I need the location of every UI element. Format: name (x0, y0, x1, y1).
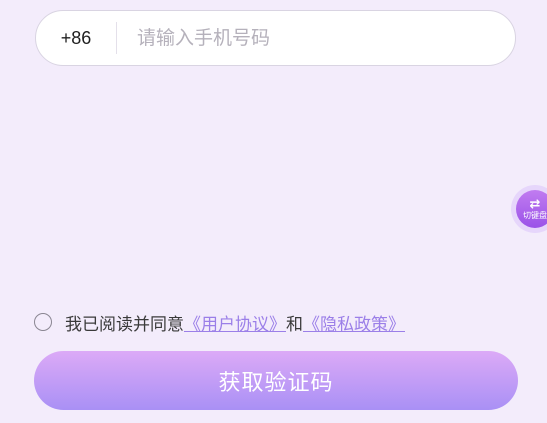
agreement-and-text: 和 (286, 314, 303, 335)
switch-keyboard-badge: ⇄ 切键盘 (516, 190, 547, 228)
switch-keyboard-label: 切键盘 (523, 210, 547, 220)
agreement-prefix-text: 我已阅读并同意 (65, 314, 184, 335)
swap-icon: ⇄ (529, 196, 541, 212)
phone-input-row: +86 (35, 10, 516, 66)
country-code-selector[interactable]: +86 (36, 28, 116, 49)
agreement-checkbox[interactable] (34, 313, 52, 331)
privacy-policy-link[interactable]: 《隐私政策》 (303, 310, 405, 335)
get-verification-code-button[interactable]: 获取验证码 (34, 351, 518, 410)
phone-number-input[interactable] (117, 27, 515, 49)
agreement-row: 我已阅读并同意 《用户协议》 和 《隐私政策》 (34, 309, 405, 335)
switch-keyboard-button[interactable]: ⇄ 切键盘 (511, 185, 547, 233)
user-agreement-link[interactable]: 《用户协议》 (184, 310, 286, 335)
